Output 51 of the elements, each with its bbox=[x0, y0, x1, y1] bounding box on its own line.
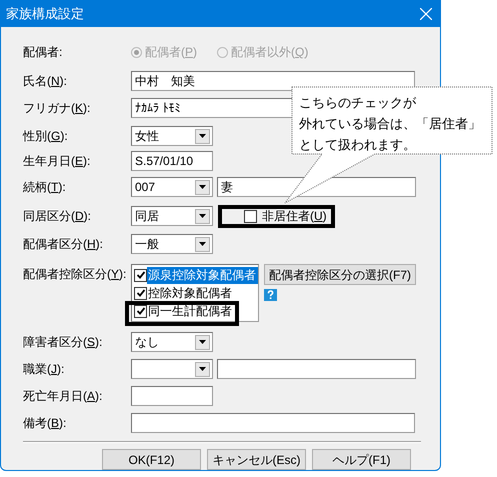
field-label: 同居区分(D): bbox=[23, 208, 92, 225]
dropdown-arrow-icon bbox=[199, 185, 206, 189]
close-icon[interactable] bbox=[420, 8, 432, 20]
list-item[interactable]: 同一生計配偶者 bbox=[147, 302, 233, 320]
callout-text: 外れている場合は、「居住者」 bbox=[299, 115, 481, 133]
combo-box[interactable] bbox=[131, 359, 213, 379]
dropdown-arrow-icon bbox=[199, 242, 206, 246]
text-field[interactable]: 妻 bbox=[217, 177, 416, 197]
checkbox[interactable] bbox=[134, 268, 147, 282]
dropdown-arrow-icon bbox=[199, 367, 206, 371]
dialog-button[interactable]: OK(F12) bbox=[102, 449, 201, 470]
date-field[interactable]: S.57/01/10 bbox=[131, 151, 213, 171]
dropdown-arrow-icon bbox=[199, 214, 206, 218]
dialog-button[interactable]: ヘルプ(F1) bbox=[312, 449, 411, 470]
checkbox[interactable] bbox=[134, 286, 147, 300]
field-label: 続柄(T): bbox=[23, 179, 67, 196]
field-label: 氏名(N): bbox=[23, 73, 68, 90]
field-label: 配偶者: bbox=[23, 44, 64, 61]
field-label: 性別(G): bbox=[23, 128, 69, 145]
field-label: 死亡年月日(A): bbox=[23, 388, 104, 405]
field-label: 障害者区分(S): bbox=[23, 334, 104, 351]
date-field[interactable] bbox=[131, 386, 213, 406]
window-title: 家族構成設定 bbox=[6, 5, 84, 24]
callout-text: として扱われます。 bbox=[299, 136, 417, 154]
dialog-button[interactable]: キャンセル(Esc) bbox=[207, 449, 306, 470]
radio-label: 配偶者(P) bbox=[145, 44, 198, 61]
checkbox[interactable] bbox=[244, 210, 257, 222]
select-button[interactable]: 配偶者控除区分の選択(F7) bbox=[264, 264, 416, 285]
help-icon[interactable] bbox=[264, 289, 277, 301]
checkbox-label: 非居住者(U) bbox=[262, 208, 327, 225]
list-item[interactable]: 控除対象配偶者 bbox=[147, 284, 233, 302]
field-label: フリガナ(K): bbox=[23, 100, 92, 117]
field-label: 配偶者控除区分(Y): bbox=[23, 266, 128, 283]
text-field[interactable] bbox=[131, 413, 415, 433]
combo-box[interactable]: なし bbox=[131, 332, 213, 352]
radio-label: 配偶者以外(Q) bbox=[231, 44, 308, 61]
text-field[interactable]: 中村 知美 bbox=[131, 71, 415, 91]
text-field[interactable] bbox=[217, 359, 416, 379]
combo-box[interactable]: 一般 bbox=[131, 234, 213, 254]
field-label: 職業(J): bbox=[23, 361, 66, 378]
list-box[interactable]: 源泉控除対象配偶者 控除対象配偶者 同一生計配偶者 bbox=[131, 264, 259, 322]
combo-box[interactable]: 007 bbox=[131, 177, 213, 197]
checkbox[interactable] bbox=[134, 304, 147, 318]
field-label: 配偶者区分(H): bbox=[23, 236, 104, 253]
combo-box[interactable]: 女性 bbox=[131, 126, 213, 146]
dropdown-arrow-icon bbox=[199, 340, 206, 344]
field-label: 備考(B): bbox=[23, 415, 68, 432]
field-label: 生年月日(E): bbox=[23, 153, 92, 170]
combo-box[interactable]: 同居 bbox=[131, 206, 213, 226]
dropdown-arrow-icon bbox=[199, 134, 206, 138]
list-item[interactable]: 源泉控除対象配偶者 bbox=[147, 266, 258, 284]
